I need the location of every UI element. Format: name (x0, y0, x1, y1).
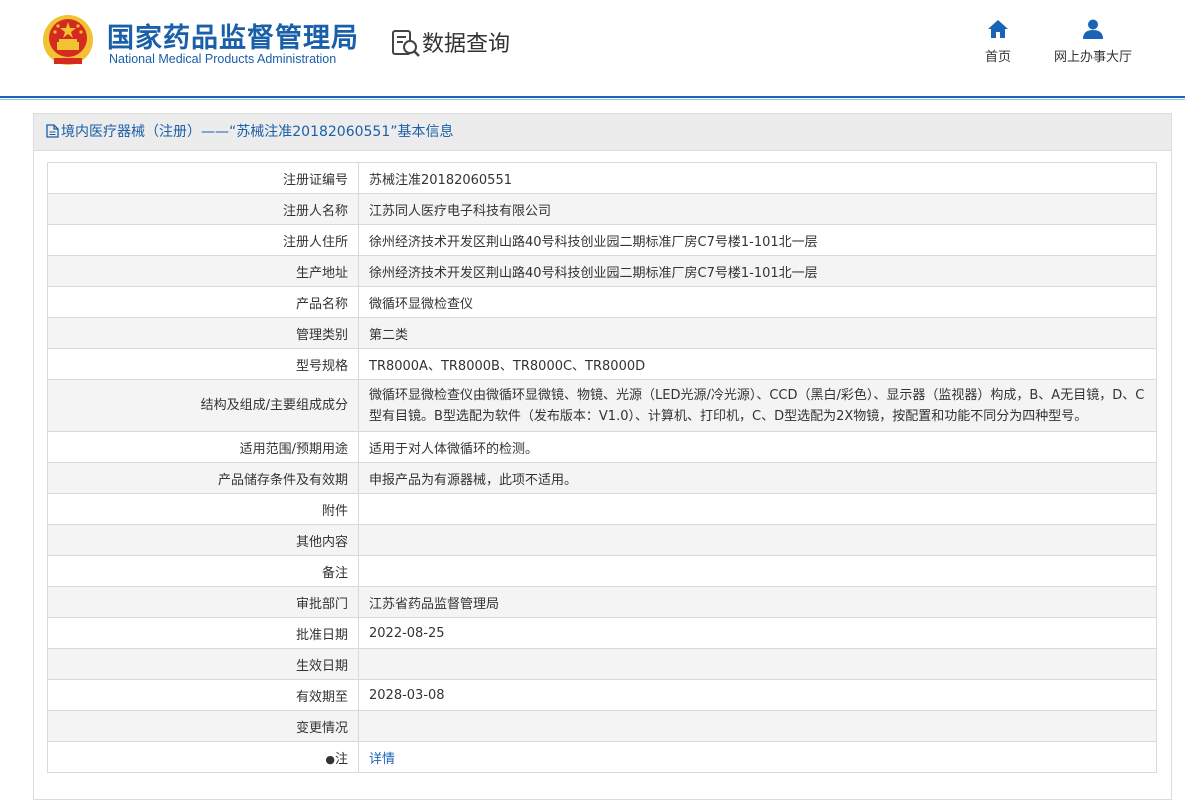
field-value: 徐州经济技术开发区荆山路40号科技创业园二期标准厂房C7号楼1-101北一层 (358, 224, 1157, 256)
basic-info-table: 注册证编号 苏械注准20182060551 注册人名称 江苏同人医疗电子科技有限公司注… (47, 162, 1157, 773)
agency-name-en[interactable]: National Medical Products Administration (109, 52, 336, 66)
field-value: 微循环显微检查仪由微循环显微镜、物镜、光源（LED光源/冷光源）、CCD（黑白/… (358, 379, 1157, 432)
note-label: 注 (334, 751, 348, 767)
field-label: 产品储存条件及有效期 (47, 462, 359, 494)
table-row: 审批部门 江苏省药品监督管理局 (47, 586, 1157, 618)
field-label: 适用范围/预期用途 (47, 431, 359, 463)
field-label: 注册人名称 (47, 193, 359, 225)
panel-title: 境内医疗器械（注册）——“苏械注准20182060551”基本信息 (61, 124, 454, 140)
field-label: 型号规格 (47, 348, 359, 380)
field-label: 注册证编号 (47, 162, 359, 194)
field-label: ●注 (47, 741, 359, 773)
field-value (358, 710, 1157, 742)
field-label: 生产地址 (47, 255, 359, 287)
field-label: 有效期至 (47, 679, 359, 711)
header-divider (0, 96, 1185, 98)
nav-online-service-hall[interactable]: 网上办事大厅 (1046, 18, 1140, 65)
table-row: 产品储存条件及有效期 申报产品为有源器械，此项不适用。 (47, 462, 1157, 494)
table-row: 备注 (47, 555, 1157, 587)
field-value: 适用于对人体微循环的检测。 (358, 431, 1157, 463)
field-label: 注册人住所 (47, 224, 359, 256)
field-label: 管理类别 (47, 317, 359, 349)
national-emblem-icon (43, 15, 93, 65)
field-value: 江苏省药品监督管理局 (358, 586, 1157, 618)
field-value: 微循环显微检查仪 (358, 286, 1157, 318)
nav-online-service-hall-label[interactable]: 网上办事大厅 (1054, 50, 1132, 65)
data-query-icon (392, 30, 420, 57)
field-value: 江苏同人医疗电子科技有限公司 (358, 193, 1157, 225)
table-row: 批准日期 2022-08-25 (47, 617, 1157, 649)
table-row: 变更情况 (47, 710, 1157, 742)
data-query-title: 数据查询 (422, 32, 511, 57)
field-label: 结构及组成/主要组成成分 (47, 379, 359, 432)
field-label: 变更情况 (47, 710, 359, 742)
table-row: 注册人名称 江苏同人医疗电子科技有限公司 (47, 193, 1157, 225)
table-row: 生效日期 (47, 648, 1157, 680)
field-label: 备注 (47, 555, 359, 587)
header-divider-light (0, 99, 1185, 100)
table-row: 注册证编号 苏械注准20182060551 (47, 162, 1157, 194)
nav-home-label[interactable]: 首页 (985, 50, 1011, 65)
field-value: 申报产品为有源器械，此项不适用。 (358, 462, 1157, 494)
field-value: 详情 (358, 741, 1157, 773)
agency-name-cn[interactable]: 国家药品监督管理局 (107, 16, 359, 55)
table-row: 适用范围/预期用途 适用于对人体微循环的检测。 (47, 431, 1157, 463)
table-row: 有效期至 2028-03-08 (47, 679, 1157, 711)
field-label: 附件 (47, 493, 359, 525)
table-row: 注册人住所 徐州经济技术开发区荆山路40号科技创业园二期标准厂房C7号楼1-101… (47, 224, 1157, 256)
pin-icon: ● (325, 752, 335, 766)
field-value: 徐州经济技术开发区荆山路40号科技创业园二期标准厂房C7号楼1-101北一层 (358, 255, 1157, 287)
field-value (358, 555, 1157, 587)
field-value: 苏械注准20182060551 (358, 162, 1157, 194)
table-row: 产品名称 微循环显微检查仪 (47, 286, 1157, 318)
field-value (358, 648, 1157, 680)
field-value (358, 493, 1157, 525)
detail-panel: 境内医疗器械（注册）——“苏械注准20182060551”基本信息 注册证编号苏… (33, 113, 1172, 800)
table-row-note: ●注 详情 (47, 741, 1157, 773)
document-icon (46, 124, 59, 138)
home-icon (988, 20, 1008, 38)
field-label: 其他内容 (47, 524, 359, 556)
table-row: 管理类别 第二类 (47, 317, 1157, 349)
field-value: TR8000A、TR8000B、TR8000C、TR8000D (358, 348, 1157, 380)
panel-header: 境内医疗器械（注册）——“苏械注准20182060551”基本信息 (34, 114, 1171, 151)
table-row: 型号规格 TR8000A、TR8000B、TR8000C、TR8000D (47, 348, 1157, 380)
field-label: 批准日期 (47, 617, 359, 649)
details-link[interactable]: 详情 (369, 752, 395, 767)
field-value: 2022-08-25 (358, 617, 1157, 649)
nav-home[interactable]: 首页 (978, 18, 1018, 65)
field-value: 2028-03-08 (358, 679, 1157, 711)
field-label: 生效日期 (47, 648, 359, 680)
table-row: 结构及组成/主要组成成分 微循环显微检查仪由微循环显微镜、物镜、光源（LED光源/… (47, 379, 1157, 432)
table-row: 其他内容 (47, 524, 1157, 556)
table-row: 生产地址 徐州经济技术开发区荆山路40号科技创业园二期标准厂房C7号楼1-101北… (47, 255, 1157, 287)
table-row: 附件 (47, 493, 1157, 525)
site-header: 国家药品监督管理局 National Medical Products Admi… (0, 0, 1185, 96)
user-icon (1083, 19, 1103, 39)
field-label: 审批部门 (47, 586, 359, 618)
field-value: 第二类 (358, 317, 1157, 349)
field-value (358, 524, 1157, 556)
field-label: 产品名称 (47, 286, 359, 318)
